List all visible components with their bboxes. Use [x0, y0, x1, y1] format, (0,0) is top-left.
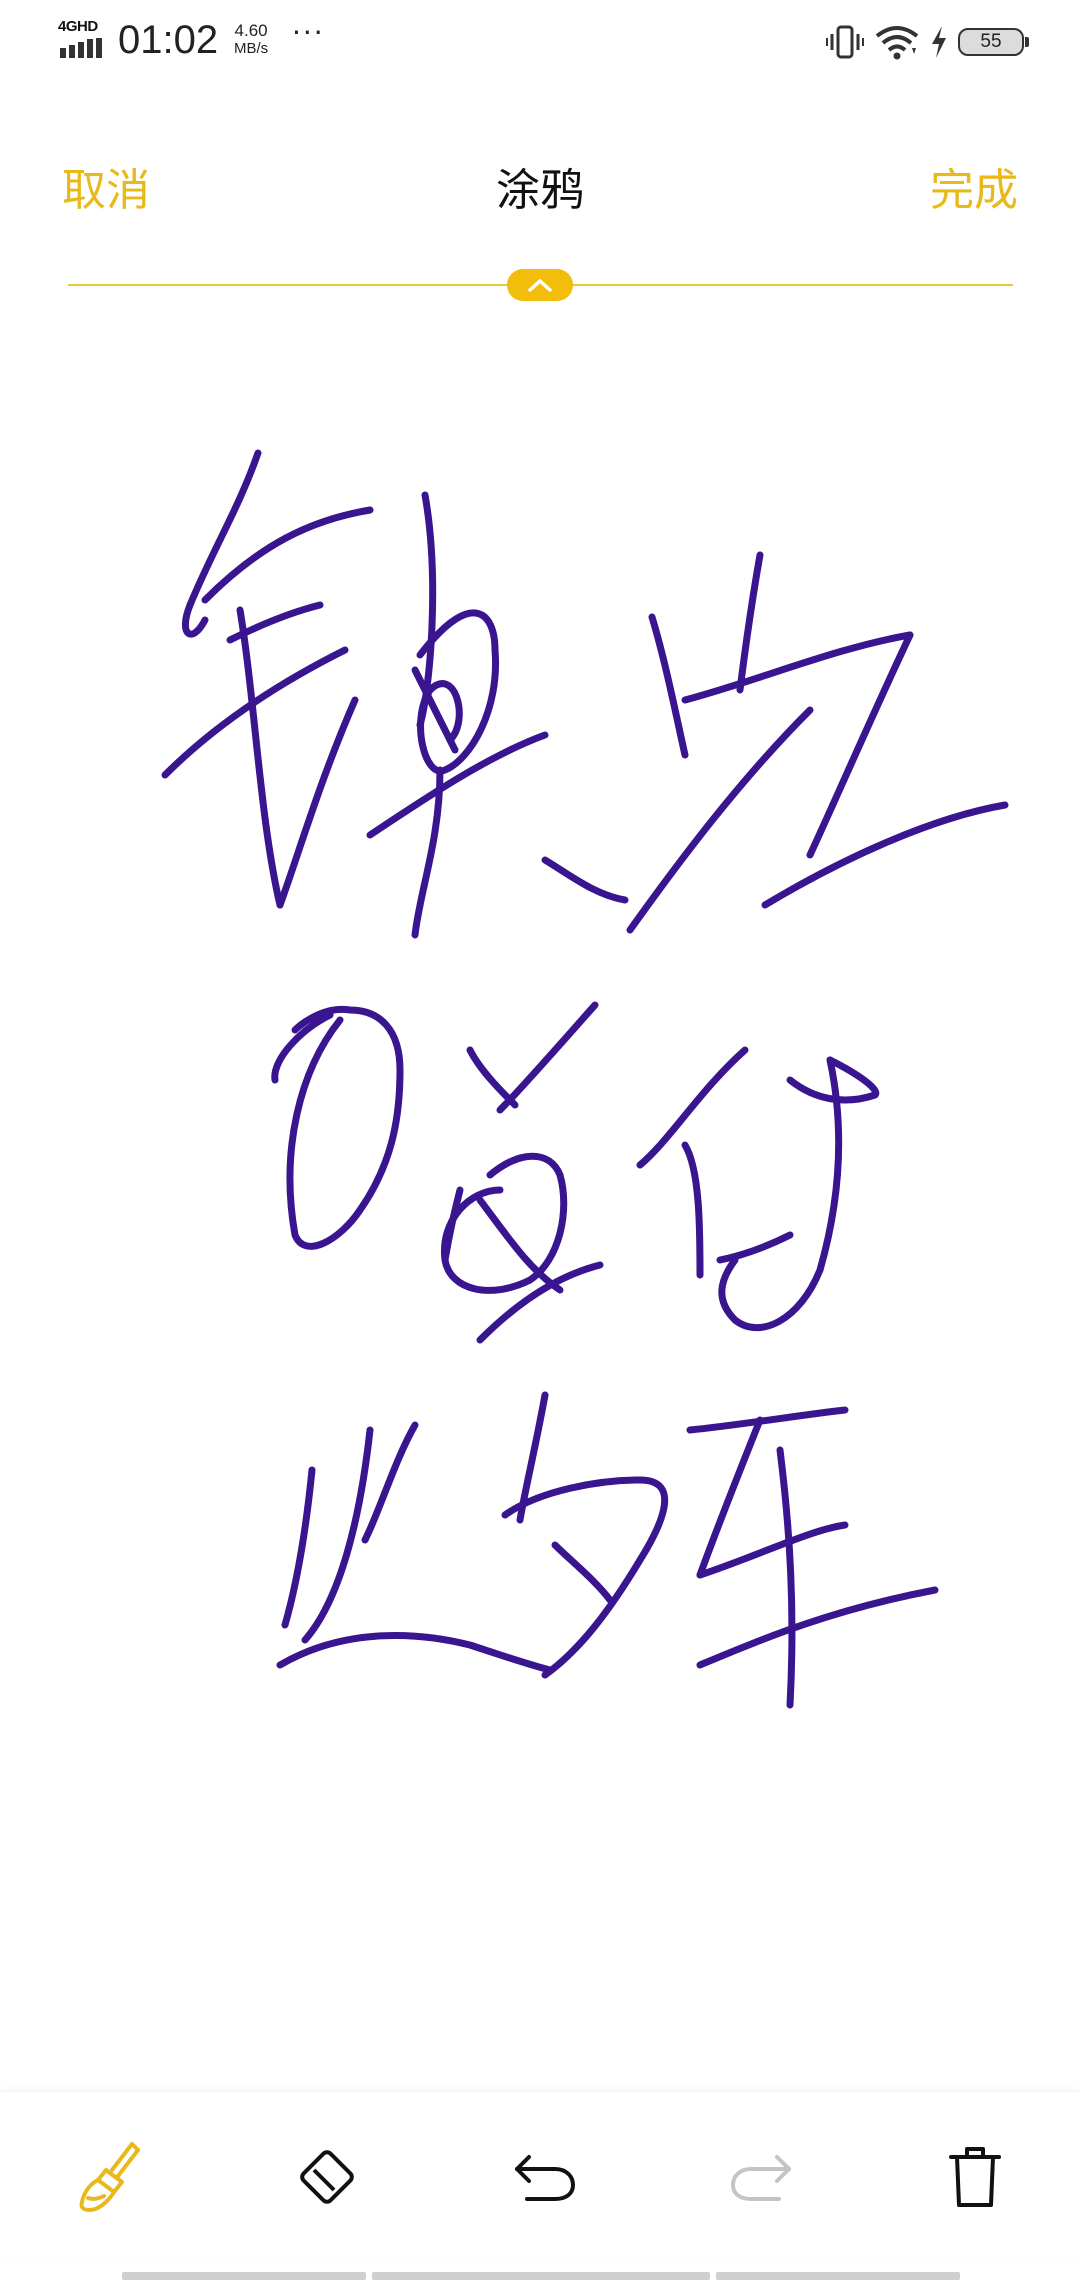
handwriting-strokes	[161, 449, 1009, 1709]
collapse-handle[interactable]	[507, 269, 573, 301]
header: 取消 涂鸦 完成	[0, 140, 1080, 230]
wifi-icon	[875, 26, 919, 60]
signal-icon	[60, 38, 102, 58]
nav-indicator-center	[372, 2272, 710, 2280]
nav-indicator-left	[122, 2272, 366, 2280]
battery-icon: 55	[958, 28, 1029, 56]
network-type: 4GHD	[58, 18, 98, 35]
charging-icon	[932, 26, 946, 58]
status-time: 01:02	[118, 18, 219, 62]
battery-level: 55	[980, 31, 1002, 52]
redo-button[interactable]	[716, 2132, 806, 2222]
status-right: 55	[826, 22, 1029, 62]
delete-button[interactable]	[930, 2132, 1020, 2222]
undo-icon	[515, 2155, 575, 2201]
undo-button[interactable]	[500, 2132, 590, 2222]
more-notifications-icon: ···	[292, 16, 325, 49]
drawing-toolbar	[0, 2092, 1080, 2262]
status-bar: 4GHD 01:02 4.60 MB/s ··· 55	[0, 0, 1080, 80]
brush-button[interactable]	[64, 2132, 154, 2222]
drawing-canvas[interactable]	[0, 300, 1080, 2090]
done-button[interactable]: 完成	[930, 154, 1018, 218]
nav-indicator-right	[716, 2272, 960, 2280]
redo-icon	[731, 2155, 791, 2201]
speed-value: 4.60	[234, 21, 268, 40]
navigation-indicator	[0, 2272, 1080, 2280]
vibrate-icon	[826, 25, 864, 59]
eraser-icon	[300, 2150, 354, 2204]
trash-icon	[949, 2147, 1001, 2207]
page-title: 涂鸦	[496, 165, 584, 216]
network-speed: 4.60 MB/s	[234, 22, 268, 58]
speed-unit: MB/s	[234, 40, 269, 57]
brush-icon	[79, 2142, 140, 2212]
eraser-button[interactable]	[282, 2132, 372, 2222]
chevron-up-icon	[528, 279, 552, 292]
